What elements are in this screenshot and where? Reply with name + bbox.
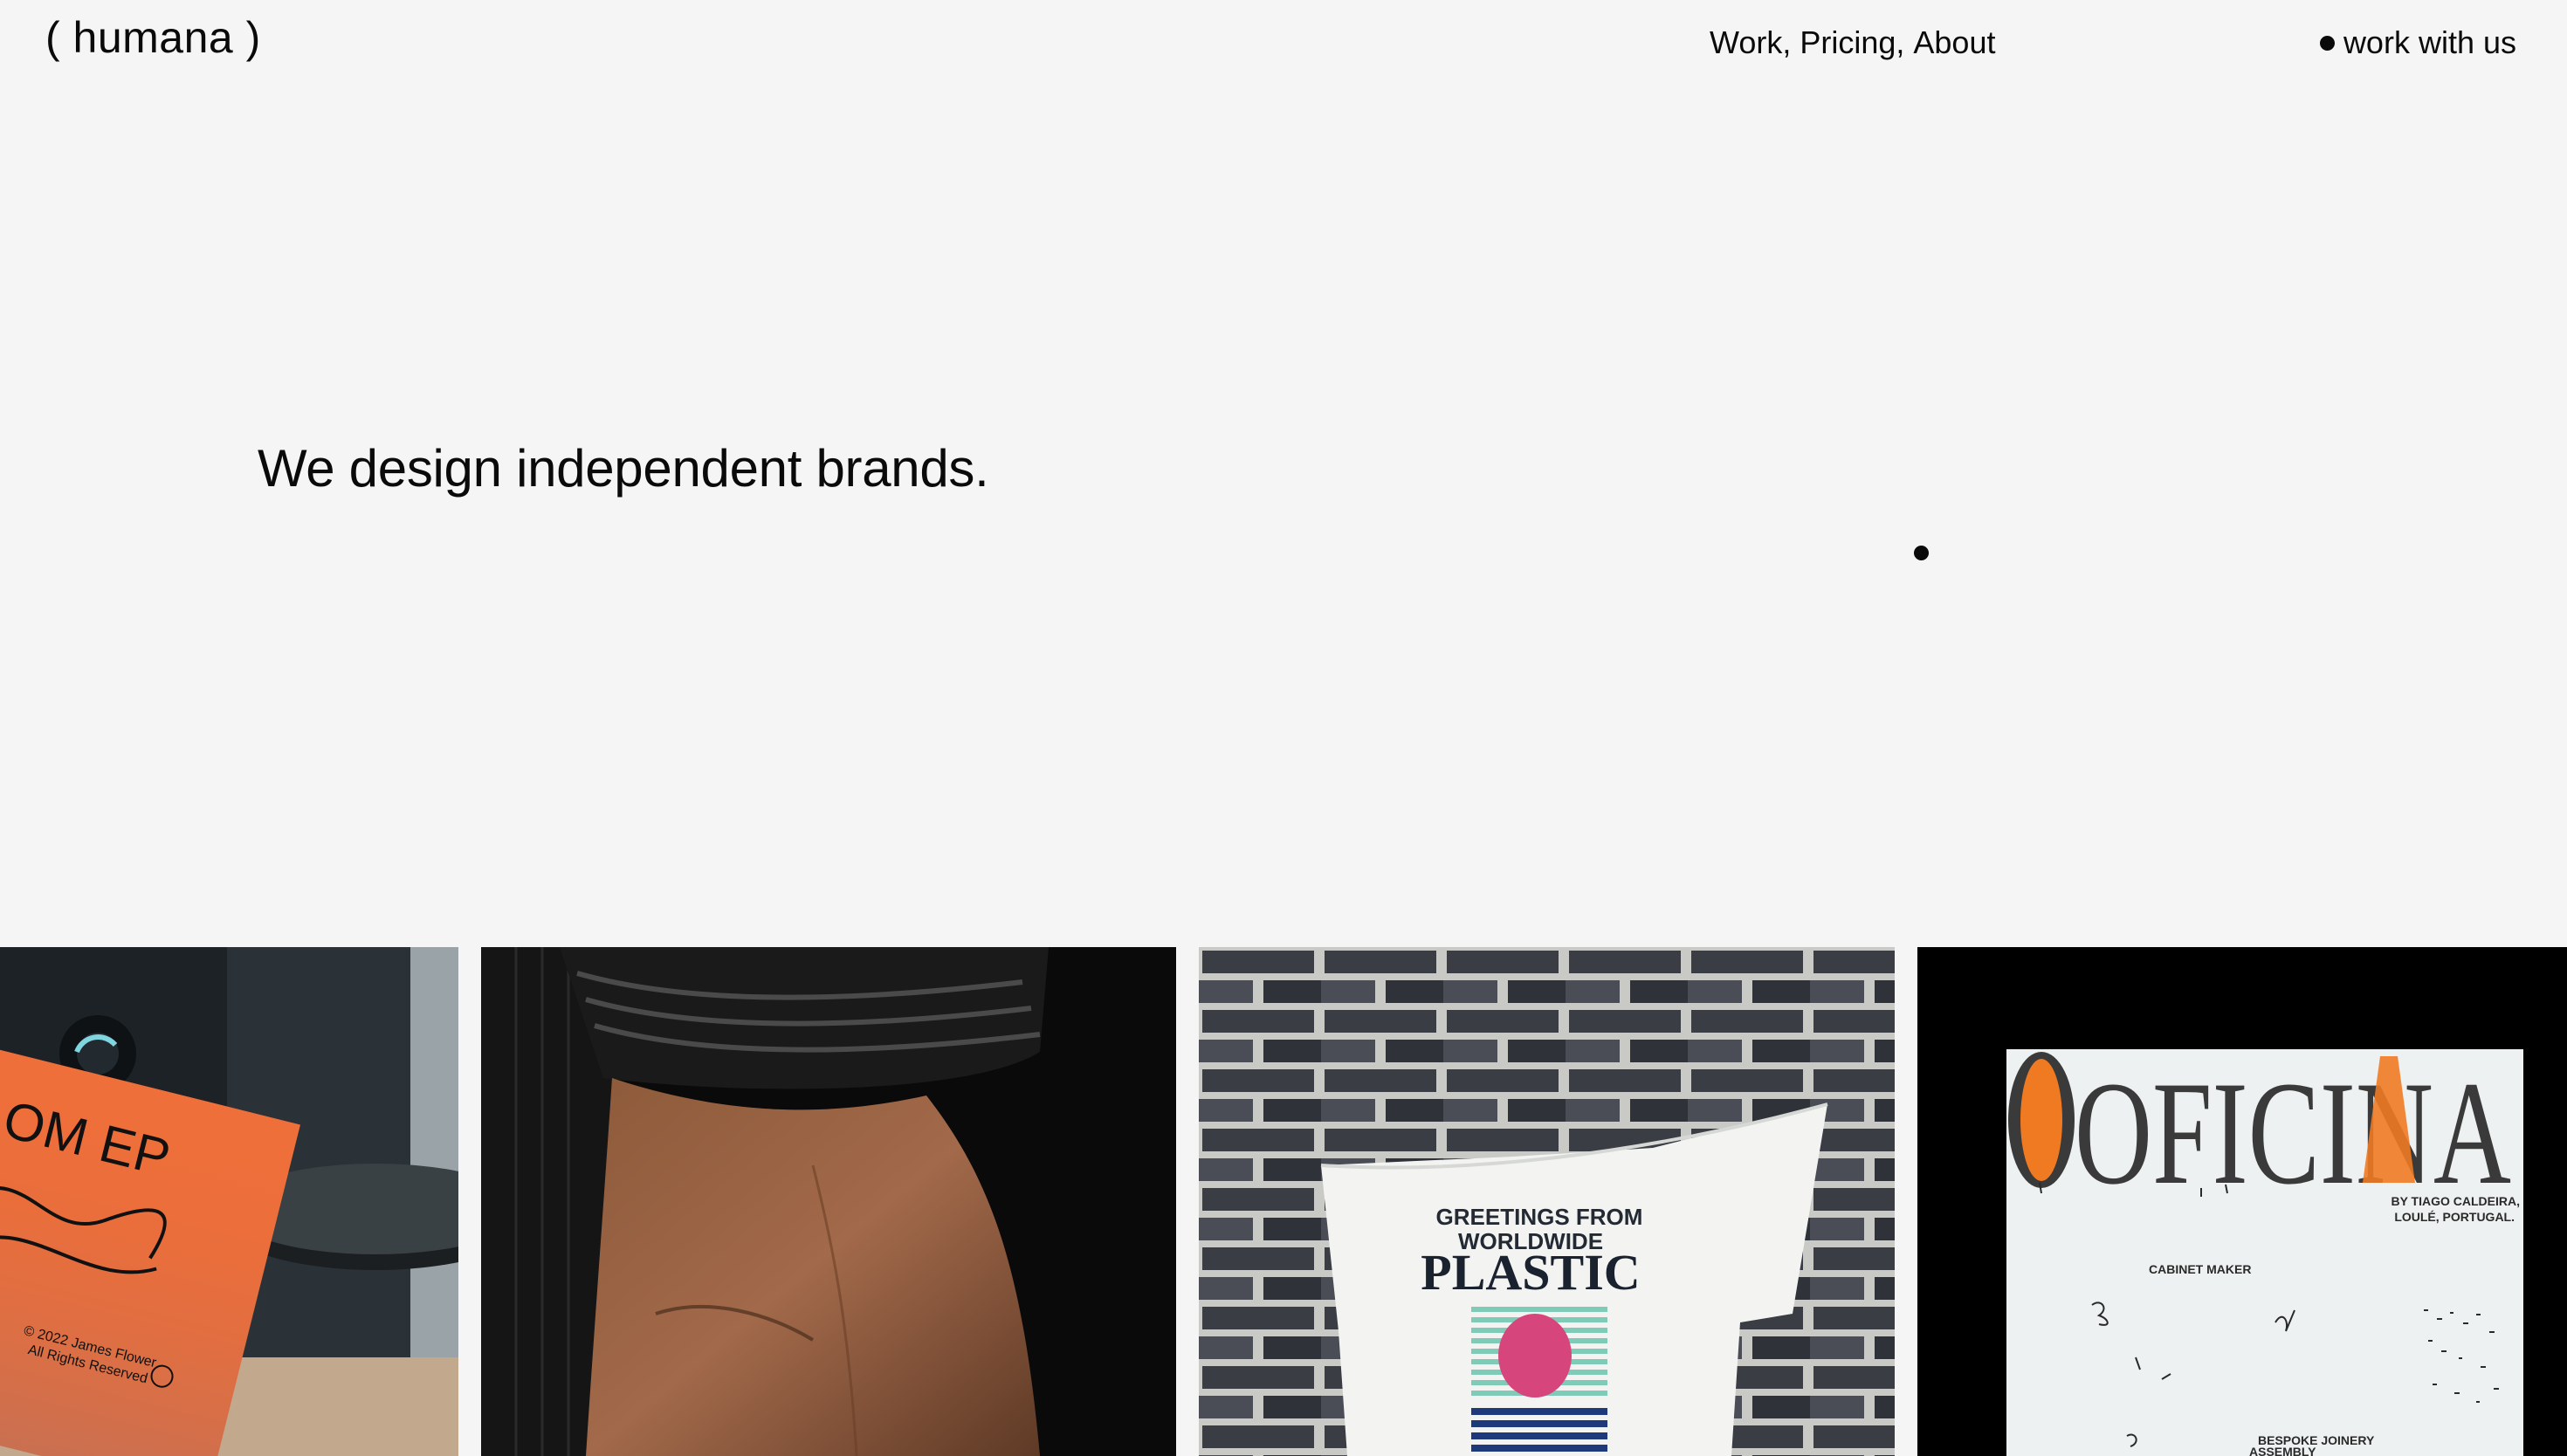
oficina-byline1: BY TIAGO CALDEIRA,: [2391, 1194, 2520, 1208]
oficina-label1: CABINET MAKER: [2149, 1262, 2251, 1276]
site-logo[interactable]: ( humana ): [45, 12, 261, 63]
oficina-title: OFICINA: [2075, 1051, 2511, 1215]
project-tile-plastic-tshirt[interactable]: GREETINGS FROM WORLDWIDE PLASTIC: [1199, 947, 1895, 1456]
hand-portrait-image: [481, 947, 1176, 1456]
tshirt-line1: GREETINGS FROM: [1436, 1204, 1643, 1230]
hero-headline: We design independent brands.: [258, 439, 989, 498]
cursor-dot-icon: [1914, 546, 1929, 560]
oficina-byline2: LOULÉ, PORTUGAL.: [2394, 1210, 2515, 1224]
tshirt-line3: PLASTIC: [1421, 1244, 1640, 1301]
nav-item-about[interactable]: About: [1913, 24, 1995, 61]
oficina-poster-image: OFICINA BY TIAGO CALDEIRA, LOULÉ, PORTUG…: [1917, 947, 2567, 1456]
oficina-label3: ASSEMBLY: [2249, 1445, 2316, 1456]
nav-item-pricing[interactable]: Pricing,: [1800, 24, 1904, 61]
album-ep-image: OM EP © 2022 James Flower All Rights Res…: [0, 947, 458, 1456]
main-nav: Work, Pricing, About: [1710, 24, 1995, 61]
work-with-us-label: work with us: [2343, 24, 2516, 60]
plastic-tshirt-image: GREETINGS FROM WORLDWIDE PLASTIC: [1199, 947, 1895, 1456]
bullet-dot-icon: [2319, 35, 2335, 51]
project-tile-oficina[interactable]: OFICINA BY TIAGO CALDEIRA, LOULÉ, PORTUG…: [1917, 947, 2567, 1456]
project-tile-album-ep[interactable]: OM EP © 2022 James Flower All Rights Res…: [0, 947, 458, 1456]
nav-item-work[interactable]: Work,: [1710, 24, 1791, 61]
project-tile-hand-portrait[interactable]: [481, 947, 1176, 1456]
work-with-us-link[interactable]: work with us: [2319, 24, 2516, 61]
